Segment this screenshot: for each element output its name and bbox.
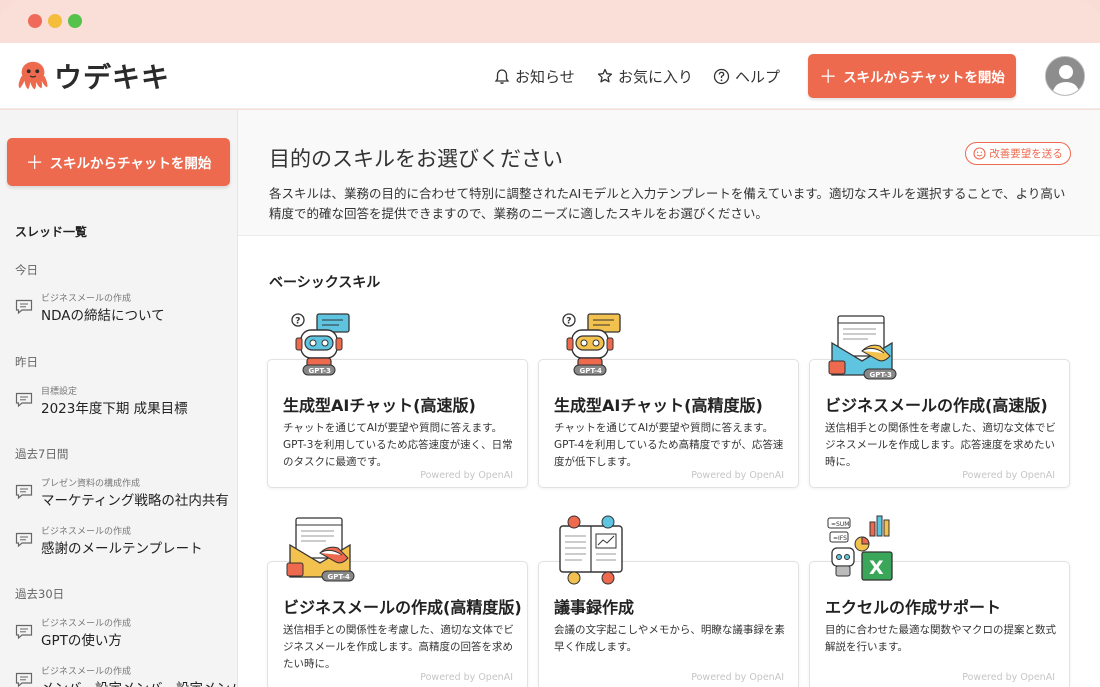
- svg-text:GPT-3: GPT-3: [309, 367, 332, 375]
- maximize-window-button[interactable]: [68, 14, 82, 28]
- meeting-notes-icon: [559, 515, 623, 585]
- group-label-today: 今日: [15, 263, 38, 277]
- powered-by-label: Powered by OpenAI: [691, 470, 784, 481]
- app-window: ウデキキ お知らせ お気に入り ヘルプ ＋ スキルからチャットを開始 ＋ スキル…: [0, 0, 1100, 687]
- thread-item[interactable]: ビジネスメールの作成 感謝のメールテンプレート: [15, 520, 235, 557]
- main-content: 目的のスキルをお選びください 改善要望を送る 各スキルは、業務の目的に合わせて特…: [238, 110, 1100, 687]
- powered-by-label: Powered by OpenAI: [962, 672, 1055, 683]
- section-title-basic-skills: ベーシックスキル: [269, 275, 381, 291]
- handshake-email-gpt4-icon: GPT-4: [286, 517, 355, 582]
- thread-item[interactable]: 目標設定 2023年度下期 成果目標: [15, 380, 235, 417]
- powered-by-label: Powered by OpenAI: [691, 672, 784, 683]
- thread-item[interactable]: ビジネスメールの作成 GPTの使い方: [15, 612, 235, 649]
- chat-bubble-icon: [15, 484, 33, 500]
- thread-category: プレゼン資料の構成作成: [41, 479, 141, 489]
- svg-text:?: ?: [566, 317, 571, 327]
- group-label-past-7-days: 過去7日間: [15, 447, 69, 461]
- nav-notifications[interactable]: お知らせ: [494, 65, 575, 87]
- thread-title: NDAの締結について: [41, 308, 165, 324]
- powered-by-label: Powered by OpenAI: [420, 470, 513, 481]
- chat-bubble-icon: [15, 299, 33, 315]
- skill-title: ビジネスメールの作成(高精度版): [283, 598, 522, 617]
- skill-description: チャットを通じてAIが要望や質問に答えます。GPT-3を利用しているため応答速度…: [283, 422, 513, 468]
- nav-favorites[interactable]: お気に入り: [597, 65, 693, 87]
- close-window-button[interactable]: [28, 14, 42, 28]
- skill-description: 会議の文字起こしやメモから、明瞭な議事録を素早く作成します。: [554, 624, 785, 653]
- skill-title: 生成型AIチャット(高精度版): [554, 396, 763, 415]
- skill-title: 生成型AIチャット(高速版): [283, 396, 476, 415]
- svg-text:GPT-4: GPT-4: [580, 367, 603, 375]
- powered-by-label: Powered by OpenAI: [962, 470, 1055, 481]
- help-icon: [713, 68, 730, 84]
- chat-bubble-icon: [15, 392, 33, 408]
- user-icon: [1046, 57, 1084, 95]
- group-label-past-30-days: 過去30日: [15, 587, 65, 601]
- skill-description: 目的に合わせた最適な関数やマクロの提案と数式解説を行います。: [825, 624, 1056, 653]
- sidebar-start-chat-label: スキルからチャットを開始: [49, 156, 212, 172]
- svg-text:GPT-3: GPT-3: [870, 371, 893, 379]
- thread-item[interactable]: プレゼン資料の構成作成 マーケティング戦略の社内共有: [15, 472, 235, 509]
- svg-text:=SUM: =SUM: [831, 521, 849, 528]
- thread-category: ビジネスメールの作成: [41, 294, 132, 304]
- minimize-window-button[interactable]: [48, 14, 62, 28]
- octopus-logo-icon: [18, 61, 48, 90]
- svg-text:?: ?: [295, 317, 300, 327]
- robot-gpt4-icon: ? GPT-4: [562, 313, 621, 376]
- nav-favorites-label: お気に入り: [618, 67, 694, 86]
- skill-description: 送信相手との関係性を考慮した、適切な文体でビジネスメールを作成します。応答速度を…: [825, 422, 1056, 468]
- thread-category: ビジネスメールの作成: [41, 527, 132, 537]
- plus-icon: ＋: [819, 67, 838, 88]
- app-logo[interactable]: ウデキキ: [14, 57, 170, 95]
- top-header: ウデキキ お知らせ お気に入り ヘルプ ＋ スキルからチャットを開始: [0, 43, 1100, 109]
- page-description: 各スキルは、業務の目的に合わせて特別に調整されたAIモデルと入力テンプレートを備…: [269, 186, 1066, 221]
- nav-help-label: ヘルプ: [735, 67, 781, 86]
- sidebar: ＋ スキルからチャットを開始 スレッド一覧 今日 ビジネスメールの作成 NDAの…: [0, 110, 238, 687]
- chat-bubble-icon: [15, 672, 33, 687]
- thread-category: 目標設定: [41, 387, 78, 397]
- thread-category: ビジネスメールの作成: [41, 667, 132, 677]
- nav-notifications-label: お知らせ: [515, 67, 575, 86]
- title-bar: [0, 0, 1100, 43]
- skill-title: エクセルの作成サポート: [825, 598, 1002, 617]
- sidebar-start-chat-button[interactable]: ＋ スキルからチャットを開始: [7, 138, 230, 186]
- page-title: 目的のスキルをお選びください: [269, 147, 563, 171]
- send-feedback-button[interactable]: 改善要望を送る: [965, 142, 1071, 165]
- thread-title: 2023年度下期 成果目標: [41, 401, 188, 417]
- intro-panel: 目的のスキルをお選びください 改善要望を送る 各スキルは、業務の目的に合わせて特…: [238, 110, 1100, 236]
- chat-bubble-icon: [15, 532, 33, 548]
- thread-title: マーケティング戦略の社内共有: [41, 493, 229, 509]
- thread-title: メンバー設定メンバー設定メンバー: [41, 677, 237, 687]
- thread-list-heading: スレッド一覧: [15, 225, 88, 239]
- thread-title: GPTの使い方: [41, 633, 122, 649]
- start-chat-label: スキルからチャットを開始: [843, 70, 1005, 86]
- thread-category: ビジネスメールの作成: [41, 619, 132, 629]
- robot-gpt3-icon: ? GPT-3: [291, 313, 350, 376]
- start-chat-from-skill-button[interactable]: ＋ スキルからチャットを開始: [808, 54, 1016, 98]
- thread-item[interactable]: ビジネスメールの作成 NDAの締結について: [15, 287, 235, 324]
- thread-item[interactable]: ビジネスメールの作成 メンバー設定メンバー設定メンバー: [15, 660, 237, 687]
- bell-icon: [494, 68, 510, 84]
- handshake-email-gpt3-icon: GPT-3: [828, 315, 897, 380]
- skill-title: 議事録作成: [554, 598, 635, 617]
- svg-text:X: X: [869, 557, 884, 579]
- user-avatar[interactable]: [1045, 56, 1085, 96]
- skill-description: チャットを通じてAIが要望や質問に答えます。GPT-4を利用しているため高精度で…: [554, 422, 784, 468]
- skill-title: ビジネスメールの作成(高速版): [825, 396, 1048, 415]
- skill-description: 送信相手との関係性を考慮した、適切な文体でビジネスメールを作成します。高精度の回…: [283, 624, 514, 670]
- smile-icon: [973, 147, 986, 160]
- group-label-yesterday: 昨日: [15, 355, 38, 369]
- app-name: ウデキキ: [54, 61, 171, 94]
- svg-text:GPT-4: GPT-4: [328, 573, 351, 581]
- thread-title: 感謝のメールテンプレート: [41, 541, 203, 557]
- feedback-label: 改善要望を送る: [989, 148, 1063, 160]
- star-icon: [597, 68, 613, 83]
- powered-by-label: Powered by OpenAI: [420, 672, 513, 683]
- excel-robot-icon: =SUM =IFS X: [827, 515, 893, 581]
- svg-text:=IFS: =IFS: [833, 535, 847, 542]
- nav-help[interactable]: ヘルプ: [713, 65, 780, 87]
- plus-icon: ＋: [25, 153, 44, 174]
- chat-bubble-icon: [15, 624, 33, 640]
